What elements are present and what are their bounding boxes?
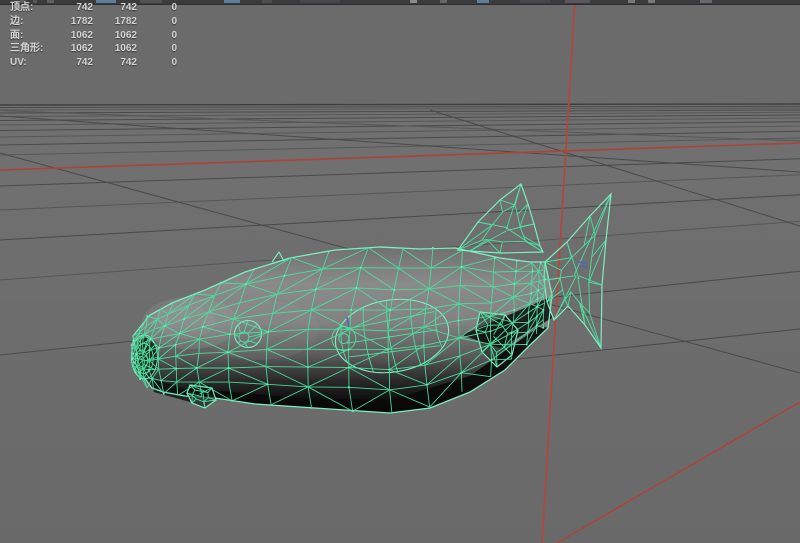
hud-value: 742 [58,56,93,70]
viewport-3d[interactable] [0,0,800,543]
hud-value: 1782 [93,15,137,29]
hud-value: 742 [58,1,93,15]
toolbar-icon-fragment [300,0,340,3]
hud-label: UV: [10,56,58,70]
hud-value: 1062 [93,29,137,43]
hud-value: 742 [93,1,137,15]
hud-value: 0 [137,15,177,29]
toolbar-icon-fragment [477,0,489,3]
hud-value: 1062 [93,42,137,56]
hud-value: 0 [137,42,177,56]
hud-row-1: 边:178217820 [10,15,177,29]
toolbar-icon-fragment [648,0,655,3]
toolbar-icon-fragment [440,0,447,3]
toolbar-icon-fragment [700,0,712,3]
hud-value: 1062 [58,42,93,56]
hud-value: 1782 [58,15,93,29]
toolbar-icon-fragment [262,0,272,3]
toolbar-icon-fragment [520,0,550,3]
toolbar-icon-fragment [410,0,417,3]
hud-row-3: 三角形:106210620 [10,42,177,56]
hud-row-2: 面:106210620 [10,29,177,43]
hud-value: 0 [137,1,177,15]
hud-label: 三角形: [10,42,58,56]
application-window: 顶点:7427420边:178217820面:106210620三角形:1062… [0,0,800,543]
hud-label: 边: [10,15,58,29]
hud-value: 0 [137,29,177,43]
hud-label: 顶点: [10,1,58,15]
toolbar-icon-fragment [565,0,590,3]
toolbar-icon-fragment [628,0,635,3]
toolbar-icon-fragment [224,0,240,3]
hud-value: 1062 [58,29,93,43]
hud-label: 面: [10,29,58,43]
poly-count-hud: 顶点:7427420边:178217820面:106210620三角形:1062… [10,1,177,70]
hud-row-4: UV:7427420 [10,56,177,70]
hud-value: 742 [93,56,137,70]
hud-row-0: 顶点:7427420 [10,1,177,15]
hud-value: 0 [137,56,177,70]
